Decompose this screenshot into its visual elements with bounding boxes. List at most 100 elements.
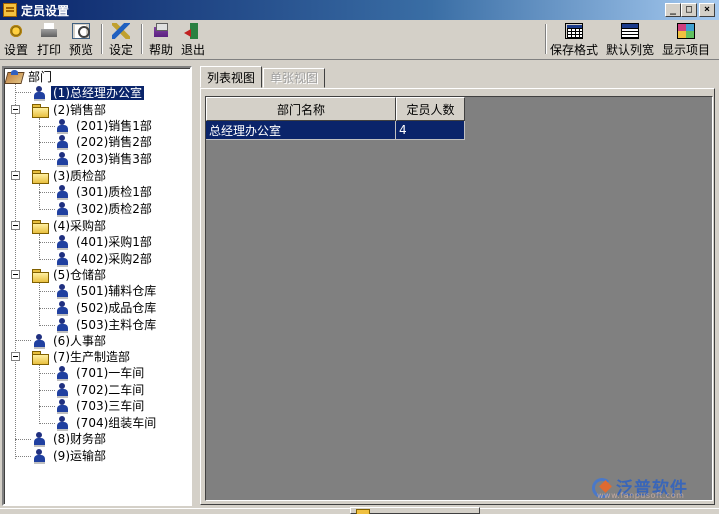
tree-connector	[39, 118, 40, 160]
tree-node-label: (301)质检1部	[76, 185, 152, 199]
tree-node[interactable]: (701)一车间	[56, 365, 146, 381]
tree-node[interactable]: (4)采购部	[32, 218, 108, 234]
person-icon	[56, 399, 70, 414]
tree-node[interactable]: (7)生产制造部	[32, 349, 132, 365]
tree-connector	[39, 406, 55, 407]
tree-node[interactable]: (301)质检1部	[56, 184, 154, 200]
collapse-toggle[interactable]	[11, 352, 20, 361]
tree-node[interactable]: (201)销售1部	[56, 118, 154, 134]
help-book-icon	[152, 23, 170, 39]
settings-button[interactable]: 设置	[4, 22, 28, 58]
tree-node[interactable]: (704)组装车间	[56, 415, 158, 431]
collapse-toggle[interactable]	[11, 105, 20, 114]
tree-connector	[39, 234, 40, 260]
default-column-width-button[interactable]: 默认列宽	[606, 22, 654, 58]
tab-single-view[interactable]: 单张视图	[263, 68, 326, 88]
toolbar-separator	[101, 24, 103, 54]
collapse-toggle[interactable]	[11, 270, 20, 279]
tree-node[interactable]: (6)人事部	[33, 333, 108, 349]
tree-node-label: (8)财务部	[53, 432, 106, 446]
print-button[interactable]: 打印	[37, 22, 61, 58]
tab-pane: 部门名称 定员人数 总经理办公室 4	[200, 88, 715, 505]
settings-label: 设置	[4, 43, 29, 57]
cell-department-name[interactable]: 总经理办公室	[206, 121, 396, 140]
brand-watermark: 泛普软件	[592, 466, 712, 506]
tree-node[interactable]: (5)仓储部	[32, 267, 108, 283]
department-tree[interactable]: 部门 (1)总经理办公室 (2)销售部 (201)销售1部 (202)销售2部 …	[2, 66, 192, 506]
configure-label: 设定	[109, 43, 134, 57]
view-tabs: 列表视图 单张视图	[200, 66, 326, 88]
column-header-headcount[interactable]: 定员人数	[396, 97, 465, 121]
tree-node[interactable]: (1)总经理办公室	[33, 85, 145, 101]
exit-label: 退出	[181, 43, 206, 57]
person-icon	[56, 416, 70, 431]
tree-connector	[39, 242, 55, 243]
save-format-button[interactable]: 保存格式	[550, 22, 598, 58]
tree-node[interactable]: (502)成品仓库	[56, 300, 158, 316]
tree-node-label: (201)销售1部	[76, 119, 152, 133]
folder-open-icon	[32, 350, 49, 365]
tab-list-view[interactable]: 列表视图	[200, 66, 263, 88]
configure-button[interactable]: 设定	[109, 22, 133, 58]
tree-connector	[39, 390, 55, 391]
cell-headcount[interactable]: 4	[396, 121, 465, 140]
tree-connector	[39, 192, 55, 193]
tree-node[interactable]: (302)质检2部	[56, 201, 154, 217]
tree-connector	[15, 92, 31, 93]
minimize-button[interactable]: _	[665, 3, 681, 17]
tree-node[interactable]: (702)二车间	[56, 382, 146, 398]
table-row[interactable]: 总经理办公室 4	[206, 121, 465, 140]
help-label: 帮助	[149, 43, 174, 57]
tree-connector	[15, 456, 31, 457]
print-label: 打印	[37, 43, 62, 57]
person-icon	[56, 152, 70, 167]
person-icon	[56, 202, 70, 217]
preview-icon	[72, 23, 90, 39]
data-grid[interactable]: 部门名称 定员人数 总经理办公室 4	[205, 96, 713, 501]
tree-node[interactable]: (503)主料仓库	[56, 317, 158, 333]
tree-connector	[39, 283, 40, 326]
tree-node-label: (701)一车间	[76, 366, 145, 380]
tree-connector	[15, 439, 31, 440]
tree-node[interactable]: (2)销售部	[32, 102, 108, 118]
window-title: 定员设置	[21, 3, 70, 18]
collapse-toggle[interactable]	[11, 221, 20, 230]
exit-button[interactable]: 退出	[181, 22, 205, 58]
tree-connector	[39, 259, 55, 260]
display-items-button[interactable]: 显示项目	[662, 22, 710, 58]
tree-node[interactable]: (9)运输部	[33, 448, 108, 464]
tree-node[interactable]: (402)采购2部	[56, 251, 154, 267]
tree-root[interactable]: 部门	[6, 69, 54, 85]
person-icon	[56, 252, 70, 267]
tree-node[interactable]: (8)财务部	[33, 431, 108, 447]
taskbar-fragment[interactable]	[350, 507, 480, 514]
tree-node[interactable]: (202)销售2部	[56, 134, 154, 150]
tree-node-label: (6)人事部	[53, 334, 106, 348]
folder-open-icon	[32, 103, 49, 118]
tree-node[interactable]: (401)采购1部	[56, 234, 154, 250]
person-icon	[33, 334, 47, 349]
column-header-department-name[interactable]: 部门名称	[206, 97, 396, 121]
person-icon	[56, 366, 70, 381]
save-format-label: 保存格式	[550, 43, 599, 57]
tree-node-label: (3)质检部	[53, 169, 106, 183]
tree-node-label: (4)采购部	[53, 219, 106, 233]
tree-node[interactable]: (501)辅料仓库	[56, 283, 158, 299]
tree-node[interactable]: (703)三车间	[56, 398, 146, 414]
preview-label: 预览	[69, 43, 94, 57]
maximize-button[interactable]: □	[681, 3, 697, 17]
help-button[interactable]: 帮助	[149, 22, 173, 58]
tree-node[interactable]: (203)销售3部	[56, 151, 154, 167]
collapse-toggle[interactable]	[11, 171, 20, 180]
tree-node-label: (202)销售2部	[76, 135, 152, 149]
tree-node-label: (704)组装车间	[76, 416, 157, 430]
person-icon	[56, 135, 70, 150]
printer-icon	[40, 23, 58, 39]
preview-button[interactable]: 预览	[69, 22, 93, 58]
tree-node-label: (402)采购2部	[76, 252, 152, 266]
folder-open-icon	[32, 219, 49, 234]
tree-node[interactable]: (3)质检部	[32, 168, 108, 184]
tree-connector	[39, 325, 55, 326]
close-button[interactable]: ×	[699, 3, 715, 17]
tree-node-label: (9)运输部	[53, 449, 106, 463]
